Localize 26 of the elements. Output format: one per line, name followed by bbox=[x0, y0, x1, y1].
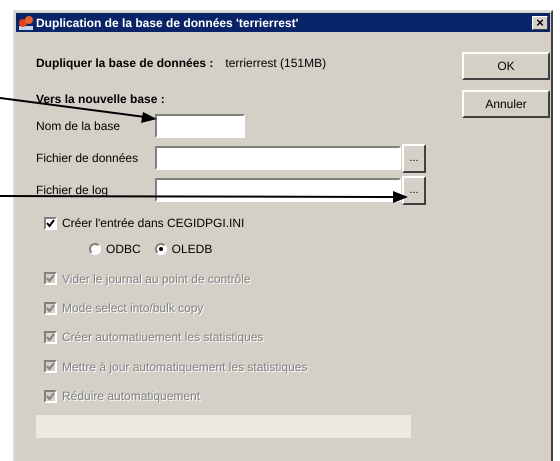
checkbox[interactable] bbox=[44, 216, 57, 230]
browse-button[interactable]: ... bbox=[402, 144, 426, 172]
source-label: Dupliquer la base de données : bbox=[36, 56, 214, 70]
cancel-button[interactable]: Annuler bbox=[462, 90, 550, 118]
input-field[interactable] bbox=[155, 178, 401, 202]
checkbox-label: Vider le journal au point de contrôle bbox=[62, 272, 251, 286]
window-title: Duplication de la base de données 'terrierrest' bbox=[36, 16, 300, 30]
close-button[interactable]: × bbox=[532, 16, 548, 30]
section-heading: Vers la nouvelle base : bbox=[36, 92, 166, 108]
checkbox-label: Mode select into/bulk copy bbox=[62, 301, 204, 316]
source-value: terrierrest (151MB) bbox=[225, 56, 326, 70]
input-field[interactable] bbox=[155, 114, 245, 138]
checkbox-label: Créer automatiuement les statistiques bbox=[62, 330, 264, 344]
ok-button[interactable]: OK bbox=[462, 52, 550, 80]
browse-button[interactable]: ... bbox=[402, 176, 426, 204]
app-icon bbox=[18, 14, 34, 30]
checkbox-label: Créer l'entrée dans CEGIDPGI.INI bbox=[62, 216, 244, 230]
checkbox-label: Réduire automatiquement bbox=[62, 389, 200, 404]
radio-button[interactable] bbox=[154, 243, 167, 255]
radio-label: OLEDB bbox=[172, 242, 212, 256]
field-label: Fichier de données bbox=[36, 151, 140, 165]
radio-button[interactable] bbox=[89, 243, 101, 255]
radio-label: ODBC bbox=[106, 242, 141, 256]
checkbox-label: Mettre à jour automatiquement les statistiques bbox=[62, 360, 308, 374]
input-field[interactable] bbox=[155, 146, 401, 170]
field-label: Nom de la base bbox=[36, 119, 122, 133]
